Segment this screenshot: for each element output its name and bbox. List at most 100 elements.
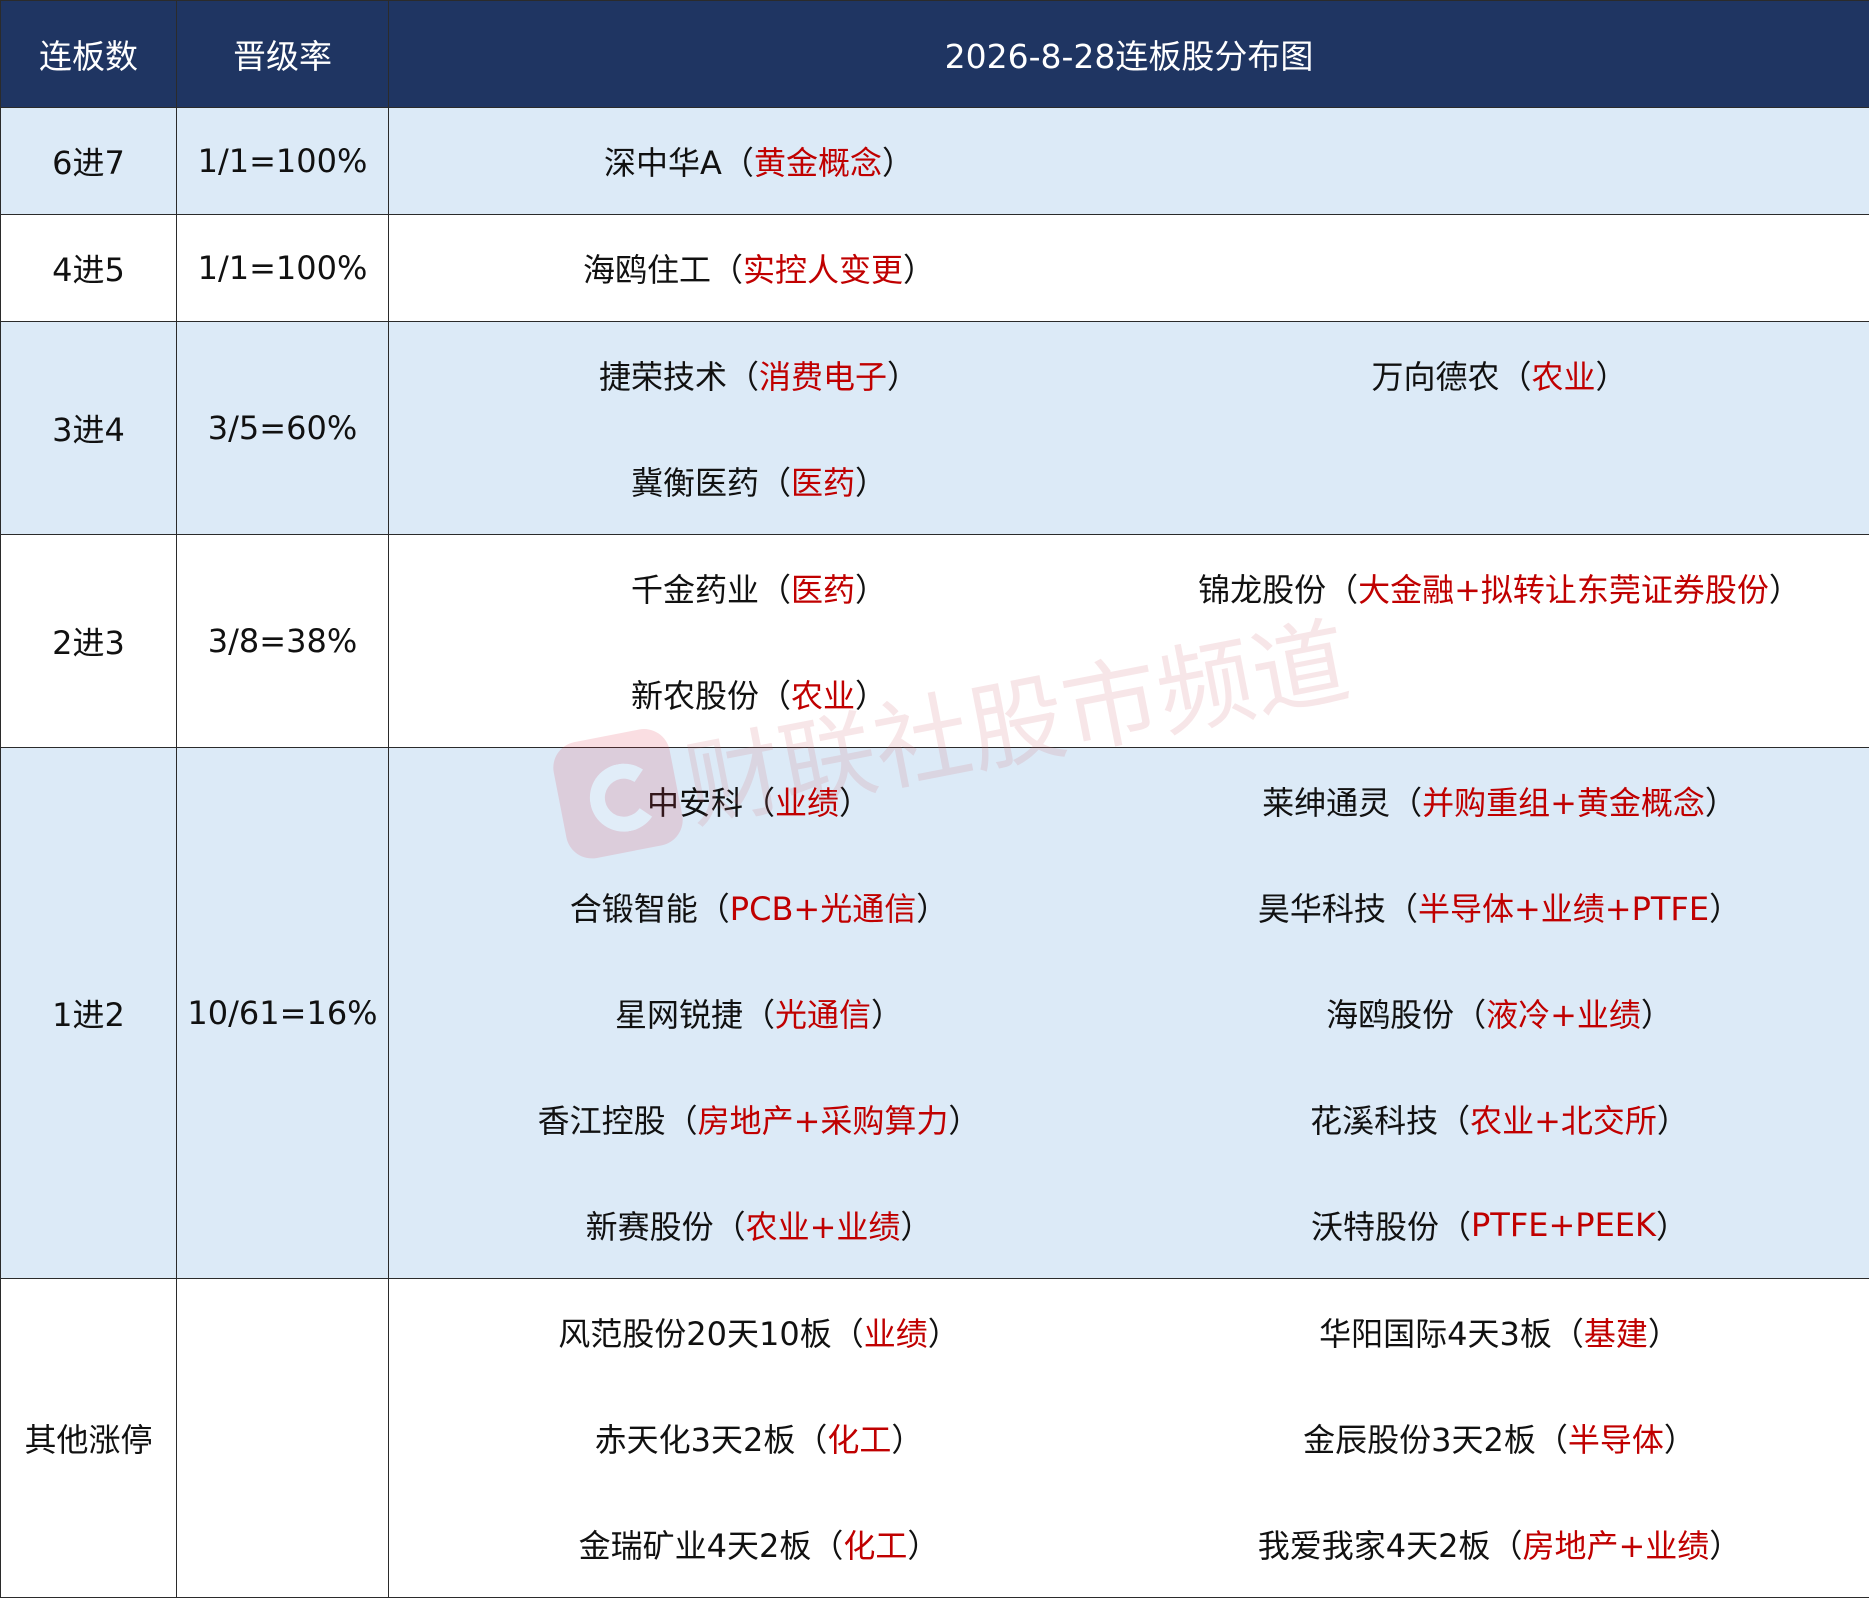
header-level: 连板数: [1, 1, 177, 108]
stock-item: 深中华A（黄金概念）: [389, 108, 1129, 214]
stock-concept-tag: 化工: [827, 1415, 891, 1461]
stock-list-cell: 捷荣技术（消费电子）万向德农（农业）冀衡医药（医药）: [389, 322, 1869, 535]
header-rate: 晋级率: [177, 1, 389, 108]
stock-list: 千金药业（医药）锦龙股份（大金融+拟转让东莞证券股份）新农股份（农业）: [389, 535, 1869, 747]
stock-concept-tag: 大金融+拟转让东莞证券股份: [1358, 565, 1769, 611]
stock-list: 深中华A（黄金概念）: [389, 108, 1869, 214]
stock-item: 香江控股（房地产+采购算力）: [389, 1066, 1129, 1172]
stock-item: 华阳国际4天3板（基建）: [1129, 1279, 1869, 1385]
stock-concept-tag: 农业+业绩: [746, 1202, 901, 1248]
stock-concept-tag: 并购重组+黄金概念: [1422, 778, 1705, 824]
stock-name: 昊华科技: [1258, 884, 1386, 930]
stock-concept-tag: PTFE+PEEK: [1471, 1206, 1656, 1244]
stock-item: [1129, 215, 1869, 321]
stock-list-cell: 海鸥住工（实控人变更）: [389, 215, 1869, 322]
stock-list: 中安科（业绩）莱绅通灵（并购重组+黄金概念）合锻智能（PCB+光通信）昊华科技（…: [389, 748, 1869, 1278]
stock-concept-tag: 业绩: [775, 778, 839, 824]
stock-name: 海鸥住工: [583, 245, 711, 291]
stock-list-cell: 千金药业（医药）锦龙股份（大金融+拟转让东莞证券股份）新农股份（农业）: [389, 535, 1869, 748]
stock-item: 我爱我家4天2板（房地产+业绩）: [1129, 1491, 1869, 1597]
stock-name: 新农股份: [631, 671, 759, 717]
stock-name: 冀衡医药: [631, 458, 759, 504]
header-row: 连板数 晋级率 2026-8-28连板股分布图: [1, 1, 1869, 108]
stock-item: 金辰股份3天2板（半导体）: [1129, 1385, 1869, 1491]
board-level: 6进7: [1, 108, 177, 215]
stock-item: 沃特股份（PTFE+PEEK）: [1129, 1172, 1869, 1278]
board-body: 6进71/1=100%深中华A（黄金概念）4进51/1=100%海鸥住工（实控人…: [1, 108, 1869, 1598]
stock-item: 冀衡医药（医药）: [389, 428, 1129, 534]
stock-name: 锦龙股份: [1198, 565, 1326, 611]
board-level: 4进5: [1, 215, 177, 322]
stock-concept-tag: 半导体: [1568, 1415, 1664, 1461]
table-title: 2026-8-28连板股分布图: [389, 1, 1869, 108]
stock-name: 风范股份20天10板: [558, 1309, 831, 1355]
stock-name: 金辰股份3天2板: [1303, 1415, 1536, 1461]
stock-item: 莱绅通灵（并购重组+黄金概念）: [1129, 748, 1869, 854]
stock-item: 捷荣技术（消费电子）: [389, 322, 1129, 428]
stock-item: 海鸥住工（实控人变更）: [389, 215, 1129, 321]
stock-concept-tag: 基建: [1584, 1309, 1648, 1355]
table-row: 其他涨停 风范股份20天10板（业绩）华阳国际4天3板（基建）赤天化3天2板（化工…: [1, 1279, 1869, 1598]
stock-item: 新赛股份（农业+业绩）: [389, 1172, 1129, 1278]
stock-item: 千金药业（医药）: [389, 535, 1129, 641]
stock-item: 新农股份（农业）: [389, 641, 1129, 747]
stock-name: 新赛股份: [586, 1202, 714, 1248]
stock-concept-tag: 实控人变更: [743, 245, 903, 291]
stock-item: 合锻智能（PCB+光通信）: [389, 854, 1129, 960]
stock-name: 星网锐捷: [615, 990, 743, 1036]
stock-item: 风范股份20天10板（业绩）: [389, 1279, 1129, 1385]
stock-item: 昊华科技（半导体+业绩+PTFE）: [1129, 854, 1869, 960]
stock-concept-tag: 农业: [1532, 352, 1596, 398]
stock-concept-tag: 黄金概念: [754, 138, 882, 184]
stock-list: 风范股份20天10板（业绩）华阳国际4天3板（基建）赤天化3天2板（化工）金辰股…: [389, 1279, 1869, 1597]
stock-name: 合锻智能: [570, 884, 698, 930]
stock-name: 海鸥股份: [1326, 990, 1454, 1036]
stock-concept-tag: 光通信: [775, 990, 871, 1036]
stock-item: 海鸥股份（液冷+业绩）: [1129, 960, 1869, 1066]
stock-item: 金瑞矿业4天2板（化工）: [389, 1491, 1129, 1597]
board-level: 2进3: [1, 535, 177, 748]
promotion-rate: 3/8=38%: [177, 535, 389, 748]
stock-concept-tag: 房地产+采购算力: [698, 1096, 949, 1142]
stock-concept-tag: 业绩: [864, 1309, 928, 1355]
table-row: 3进43/5=60%捷荣技术（消费电子）万向德农（农业）冀衡医药（医药）: [1, 322, 1869, 535]
promotion-rate: 1/1=100%: [177, 215, 389, 322]
limit-up-board-table: 连板数 晋级率 2026-8-28连板股分布图 6进71/1=100%深中华A（…: [0, 0, 1869, 1598]
stock-item: [1129, 641, 1869, 747]
table-row: 6进71/1=100%深中华A（黄金概念）: [1, 108, 1869, 215]
stock-name: 赤天化3天2板: [595, 1415, 796, 1461]
board-level: 其他涨停: [1, 1279, 177, 1598]
table-row: 2进33/8=38%千金药业（医药）锦龙股份（大金融+拟转让东莞证券股份）新农股…: [1, 535, 1869, 748]
stock-concept-tag: 消费电子: [759, 352, 887, 398]
stock-item: 万向德农（农业）: [1129, 322, 1869, 428]
stock-name: 花溪科技: [1310, 1096, 1438, 1142]
promotion-rate: [177, 1279, 389, 1598]
stock-concept-tag: 医药: [791, 458, 855, 504]
stock-list-cell: 深中华A（黄金概念）: [389, 108, 1869, 215]
stock-name: 沃特股份: [1311, 1202, 1439, 1248]
stock-list-cell: 风范股份20天10板（业绩）华阳国际4天3板（基建）赤天化3天2板（化工）金辰股…: [389, 1279, 1869, 1598]
board-level: 3进4: [1, 322, 177, 535]
stock-list: 捷荣技术（消费电子）万向德农（农业）冀衡医药（医药）: [389, 322, 1869, 534]
stock-concept-tag: 房地产+业绩: [1522, 1521, 1709, 1567]
promotion-rate: 10/61=16%: [177, 748, 389, 1279]
stock-item: 赤天化3天2板（化工）: [389, 1385, 1129, 1491]
stock-name: 捷荣技术: [599, 352, 727, 398]
stock-item: 花溪科技（农业+北交所）: [1129, 1066, 1869, 1172]
stock-name: 千金药业: [631, 565, 759, 611]
stock-concept-tag: 化工: [843, 1521, 907, 1567]
stock-name: 深中华A: [604, 138, 722, 184]
table-row: 4进51/1=100%海鸥住工（实控人变更）: [1, 215, 1869, 322]
stock-name: 华阳国际4天3板: [1319, 1309, 1552, 1355]
stock-list: 海鸥住工（实控人变更）: [389, 215, 1869, 321]
stock-concept-tag: 液冷+业绩: [1486, 990, 1641, 1036]
promotion-rate: 1/1=100%: [177, 108, 389, 215]
stock-concept-tag: 农业+北交所: [1470, 1096, 1657, 1142]
stock-concept-tag: 农业: [791, 671, 855, 717]
stock-concept-tag: 医药: [791, 565, 855, 611]
stock-name: 金瑞矿业4天2板: [579, 1521, 812, 1567]
stock-concept-tag: 半导体+业绩+PTFE: [1418, 884, 1709, 930]
promotion-rate: 3/5=60%: [177, 322, 389, 535]
stock-name: 香江控股: [538, 1096, 666, 1142]
stock-name: 莱绅通灵: [1262, 778, 1390, 824]
